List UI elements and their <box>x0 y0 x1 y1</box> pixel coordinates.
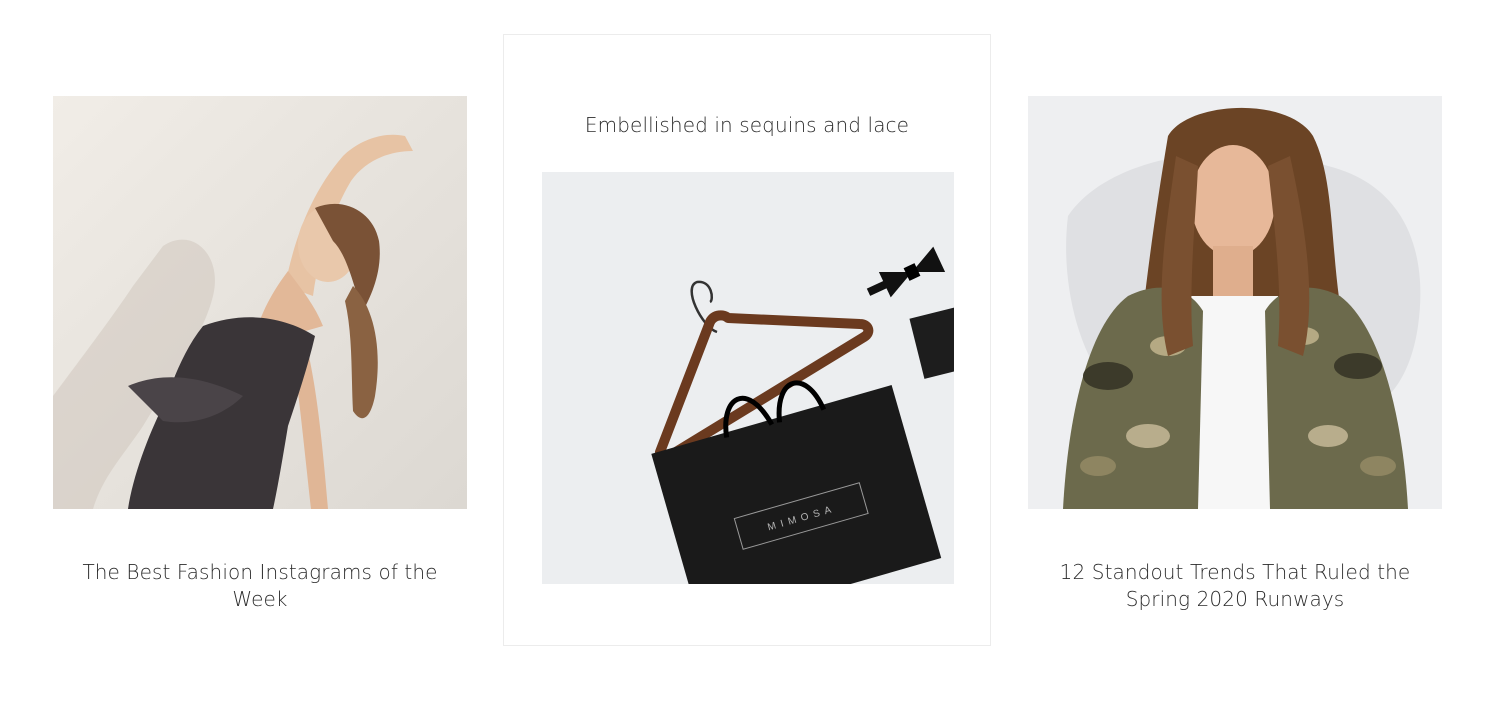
post-card: The Best Fashion Instagrams of the Week <box>53 96 467 613</box>
post-card-featured: Embellished in sequins and lace MIMOSA <box>503 34 991 646</box>
shopping-bag-photo: MIMOSA <box>542 172 954 584</box>
post-image-link[interactable] <box>1028 96 1442 509</box>
post-title-link[interactable]: The Best Fashion Instagrams of the Week <box>53 559 467 613</box>
post-title-link[interactable]: 12 Standout Trends That Ruled the Spring… <box>1028 559 1442 613</box>
post-card: 12 Standout Trends That Ruled the Spring… <box>1028 96 1442 613</box>
blog-grid: The Best Fashion Instagrams of the Week … <box>0 0 1498 716</box>
post-image-link[interactable] <box>53 96 467 509</box>
post-image-link[interactable]: MIMOSA <box>542 172 954 584</box>
dancer-photo <box>53 96 467 509</box>
post-title-link[interactable]: Embellished in sequins and lace <box>504 112 990 139</box>
camo-jacket-photo <box>1028 96 1442 509</box>
